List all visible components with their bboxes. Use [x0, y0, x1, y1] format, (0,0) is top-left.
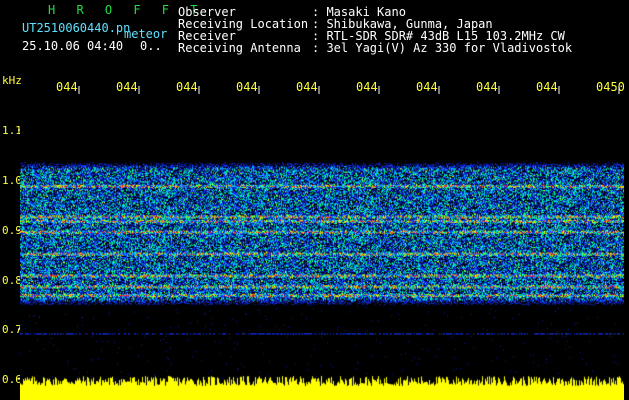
y-tick-label: 0.9 [2, 224, 22, 237]
x-tick-label: 044 [536, 80, 558, 94]
filename-label: UT2510060440.pn [22, 21, 131, 35]
datetime-label: 25.10.06 04:40 [22, 39, 124, 53]
x-tick-label: 044 [56, 80, 78, 94]
y-tick-label: 0.7 [2, 323, 22, 336]
antenna-value: : 3el Yagi(V) Az 330 for Vladivostok [312, 41, 573, 55]
x-tick-label: 044 [116, 80, 138, 94]
antenna-label: Receiving Antenna [178, 41, 301, 55]
x-tick-label: 044 [476, 80, 498, 94]
x-tick-label: 044 [176, 80, 198, 94]
x-tick-label: 0450 [596, 80, 625, 94]
y-tick-label: 0.8 [2, 274, 22, 287]
signal-strength-bar [20, 374, 624, 400]
spectrogram [20, 94, 624, 400]
y-tick-label: 1.0 [2, 174, 22, 187]
y-tick-label: 1.1 [2, 124, 22, 137]
x-tick-label: 044 [296, 80, 318, 94]
count-label: 0.. [140, 39, 162, 53]
y-tick-label: 0.6 [2, 373, 22, 386]
x-tick-label: 044 [236, 80, 258, 94]
y-axis-unit: kHz [2, 74, 22, 87]
x-tick-label: 044 [356, 80, 378, 94]
x-tick-label: 044 [416, 80, 438, 94]
